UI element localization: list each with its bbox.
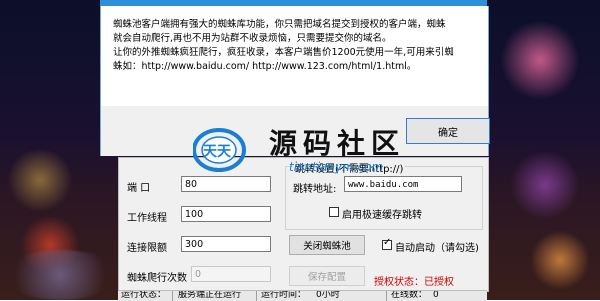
save-config-button[interactable]: 保存配置 xyxy=(289,266,365,286)
dialog-message-area: 蜘蛛池客户端拥有强大的蜘蛛库功能，你只需把域名提交到授权的客户端，蜘蛛 就会自动… xyxy=(101,6,488,106)
run-status-label: 运行状态： xyxy=(121,290,167,300)
status-bar: 运行状态： 服务端正在运行 运行时间： 0小时 在线数： 0 xyxy=(118,290,487,301)
watermark-logo-text: 天天 xyxy=(203,144,231,160)
message-line: 蛛如：http://www.baidu.com/ http://www.123.… xyxy=(113,61,417,72)
crawl-count-input[interactable]: 0 xyxy=(191,266,271,282)
connection-limit-input[interactable]: 300 xyxy=(181,236,271,252)
auth-status: 授权状态：已授权 xyxy=(374,277,454,288)
online-count-label: 在线数： xyxy=(391,290,428,300)
jump-address-label: 跳转地址: xyxy=(293,184,337,195)
threads-input[interactable]: 100 xyxy=(181,206,271,222)
run-time-value: 0小时 xyxy=(316,290,340,300)
threads-label: 工作线程 xyxy=(127,213,167,224)
cache-jump-checkbox[interactable] xyxy=(329,207,339,217)
run-time-label: 运行时间： xyxy=(261,290,307,300)
watermark: 天天 源码社区 tiantianym.com xyxy=(193,120,423,182)
close-pool-button[interactable]: 关闭蜘蛛池 xyxy=(289,235,365,255)
dialog-message: 蜘蛛池客户端拥有强大的蜘蛛库功能，你只需把域名提交到授权的客户端，蜘蛛 就会自动… xyxy=(113,18,473,74)
watermark-url: tiantianym.com xyxy=(289,160,384,174)
connection-limit-label: 连接限额 xyxy=(127,243,167,254)
cache-jump-label: 启用极速缓存跳转 xyxy=(342,210,422,221)
message-line: 就会自动爬行,再也不用为站群不收录烦恼，只需要提交你的域名。 xyxy=(113,33,392,44)
online-count-value: 0 xyxy=(433,290,439,300)
service-status: 服务端正在运行 xyxy=(178,290,242,300)
auto-start-checkbox[interactable] xyxy=(382,237,392,250)
watermark-main-text: 源码社区 xyxy=(269,127,406,160)
message-line: 蜘蛛池客户端拥有强大的蜘蛛库功能，你只需把域名提交到授权的客户端，蜘蛛 xyxy=(113,19,446,30)
crawl-count-label: 蜘蛛爬行次数 xyxy=(127,273,187,284)
port-label: 端 口 xyxy=(127,183,151,194)
message-line: 让你的外推蜘蛛疯狂爬行，疯狂收录，本客户端售价1200元使用一年,可用来引蜘 xyxy=(113,47,454,58)
auto-start-label: 自动启动（请勾选) xyxy=(395,243,479,254)
